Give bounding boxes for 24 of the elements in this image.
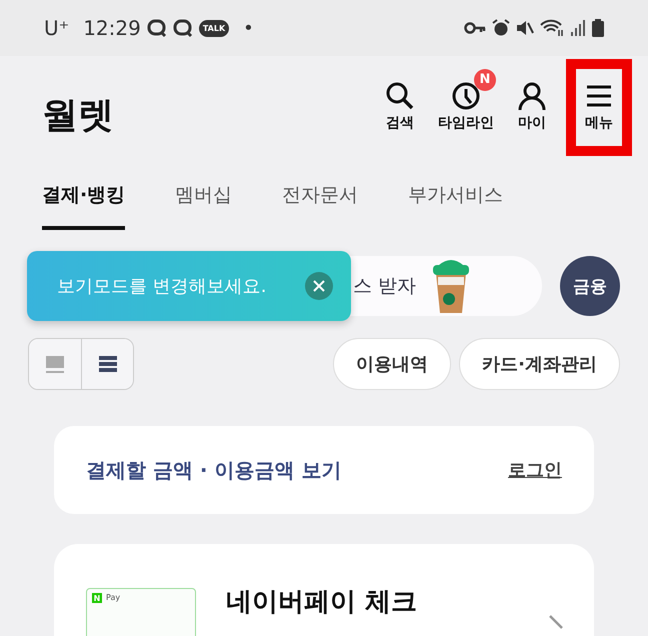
tab[interactable]: 결제·뱅킹 (42, 182, 126, 230)
login-link[interactable]: 로그인 (508, 458, 562, 482)
carrier-text: U⁺ (44, 16, 70, 40)
banner-text: 스 받자 (352, 274, 416, 299)
search-button[interactable]: 검색 (370, 68, 430, 138)
chip-button[interactable]: 이용내역 (333, 338, 452, 390)
chip-button[interactable]: 카드·계좌관리 (459, 338, 620, 390)
app-title: 월렛 (42, 94, 114, 138)
clock-text: 12:29 (83, 16, 141, 40)
new-badge: N (474, 68, 496, 90)
card-title: 네이버페이 체크 (226, 588, 418, 617)
tab[interactable]: 전자문서 (282, 182, 358, 230)
timeline-button[interactable]: N 타임라인 (434, 68, 498, 138)
talk-icon: TALK (198, 20, 230, 36)
tab[interactable]: 멤버십 (175, 182, 232, 230)
logo-icon: N (92, 593, 102, 603)
tooltip-text: 보기모드를 변경해보세요. (57, 275, 266, 298)
notification-dot: • (243, 18, 254, 38)
my-button[interactable]: 마이 (502, 68, 562, 138)
menu-button[interactable]: 메뉴 (566, 58, 632, 156)
tab[interactable]: 부가서비스 (408, 182, 504, 230)
brand-text: Pay (106, 593, 120, 602)
finance-button[interactable]: 금융 (560, 256, 620, 316)
payment-text: 결제할 금액 · 이용금액 보기 (86, 456, 342, 484)
